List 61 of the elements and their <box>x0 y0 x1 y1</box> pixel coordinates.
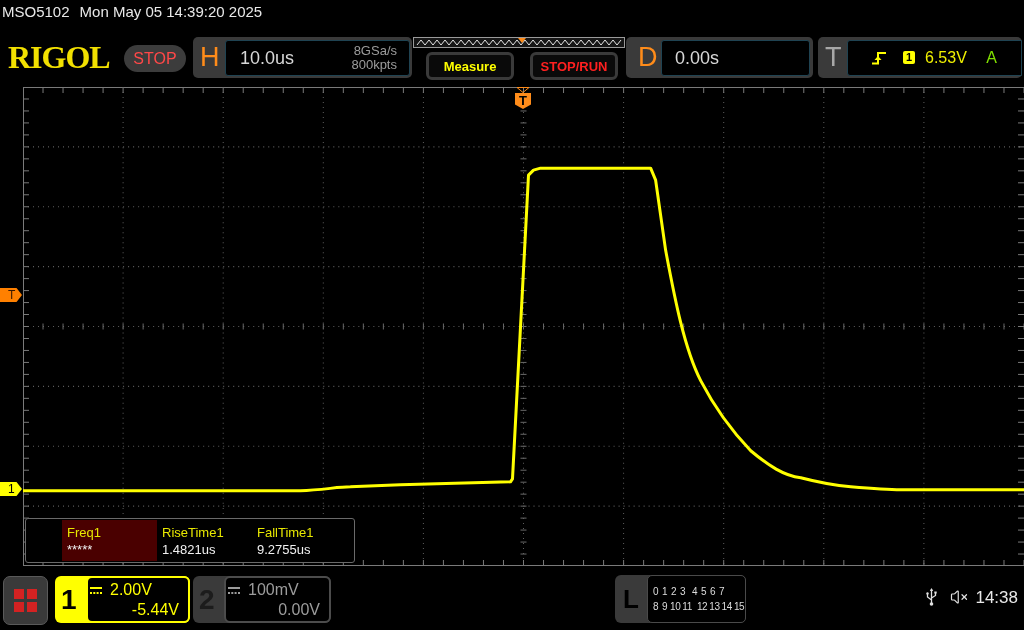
logic-channel-number: 1 <box>661 586 668 597</box>
channel-button[interactable]: 1 2.00V -5.44V <box>55 576 190 623</box>
horizontal-panel[interactable]: H 10.0us 8GSa/s 800kpts <box>193 37 412 78</box>
logic-channel-number: 2 <box>670 586 677 597</box>
trigger-source-badge: 1 <box>903 51 915 64</box>
logic-panel[interactable]: L 0 1 2 3 4 5 6 7 8 9 10 11 12 13 14 15 <box>615 575 746 623</box>
timebase-value: 10.0us <box>240 48 295 67</box>
channel-offset: 0.00V <box>278 602 320 618</box>
channel-scale: 100mV <box>248 582 299 598</box>
toolbar-button[interactable]: STOP/RUN <box>530 52 618 80</box>
dc-coupling-icon <box>90 586 102 594</box>
delay-panel[interactable]: D 0.00s <box>626 37 813 78</box>
channel-scale: 2.00V <box>110 582 152 598</box>
logic-channel-number: 8 <box>652 601 659 612</box>
measurement-item[interactable]: Freq1 ***** <box>62 520 157 561</box>
trigger-mode: A <box>986 49 997 66</box>
sample-rate: 8GSa/s <box>353 43 397 58</box>
panel-letter: L <box>622 583 640 616</box>
menu-button[interactable] <box>3 576 48 625</box>
usb-icon <box>926 588 938 606</box>
dc-coupling-icon <box>228 586 240 594</box>
logic-channel-number: 0 <box>652 586 659 597</box>
trigger-voltage: 6.53V <box>925 49 967 66</box>
measurement-name: Freq1 <box>67 525 102 539</box>
measurement-value: 9.2755us <box>257 542 312 556</box>
toolbar-button[interactable]: Measure <box>426 52 514 80</box>
measurement-name: FallTime1 <box>257 525 315 539</box>
trigger-position-marker[interactable]: T <box>515 93 531 109</box>
logic-channel-number: 11 <box>682 601 692 612</box>
logic-channel-number: 6 <box>709 586 716 597</box>
channel-offset: -5.44V <box>131 602 179 618</box>
clock-time: 14:38 <box>975 588 1018 606</box>
date-time: Mon May 05 14:39:20 2025 <box>79 3 263 19</box>
logo-text: RIGOL <box>8 41 111 73</box>
logic-channel-number: 4 <box>691 586 698 597</box>
grid-icon <box>14 589 37 612</box>
measurement-value: ***** <box>67 542 94 556</box>
logic-channel-number: 14 <box>721 601 732 612</box>
measurement-name: RiseTime1 <box>162 525 225 539</box>
logic-channel-number: 9 <box>661 601 668 612</box>
channel-marker[interactable]: 1 <box>0 482 22 496</box>
channel-number: 1 <box>60 582 78 617</box>
trigger-triangle-icon <box>516 87 530 93</box>
logic-channel-number: 10 <box>670 601 681 612</box>
logic-channel-number: 7 <box>718 586 725 597</box>
delay-value: 0.00s <box>675 48 720 67</box>
logic-channel-number: 13 <box>709 601 720 612</box>
logic-channel-number: 3 <box>679 586 686 597</box>
panel-letter: T <box>825 44 843 71</box>
measurement-value: 1.4821us <box>162 542 217 556</box>
logic-channel-number: 15 <box>733 601 745 612</box>
rising-edge-icon <box>872 50 886 65</box>
logic-channel-number: 12 <box>696 601 708 612</box>
panel-letter: H <box>200 44 220 71</box>
trigger-panel[interactable]: T 1 6.53V A <box>818 37 1022 78</box>
model-name: MSO5102 <box>2 3 70 19</box>
trigger-level-marker[interactable]: T <box>0 288 22 302</box>
logic-channel-number: 5 <box>700 586 707 597</box>
speaker-muted-icon[interactable] <box>949 588 970 606</box>
panel-letter: D <box>638 44 657 71</box>
memory-depth: 800kpts <box>351 57 397 72</box>
